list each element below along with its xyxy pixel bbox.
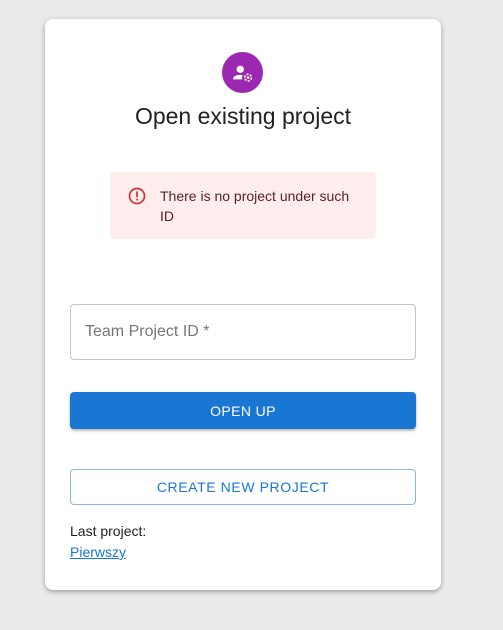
avatar: [222, 52, 263, 93]
last-project-link[interactable]: Pierwszy: [70, 544, 126, 560]
manage-accounts-icon: [232, 65, 252, 82]
page-title: Open existing project: [134, 103, 352, 129]
alert-message: There is no project under such ID: [160, 188, 350, 224]
last-project-label: Last project:: [70, 523, 147, 539]
error-outline-icon: [128, 187, 146, 205]
open-up-button[interactable]: OPEN UP: [70, 392, 416, 429]
project-id-input[interactable]: [71, 305, 415, 359]
error-alert: There is no project under such ID: [110, 172, 376, 239]
project-id-field[interactable]: [70, 304, 416, 360]
open-project-card: Open existing project There is no projec…: [45, 19, 441, 590]
create-new-project-button[interactable]: CREATE NEW PROJECT: [70, 469, 416, 505]
